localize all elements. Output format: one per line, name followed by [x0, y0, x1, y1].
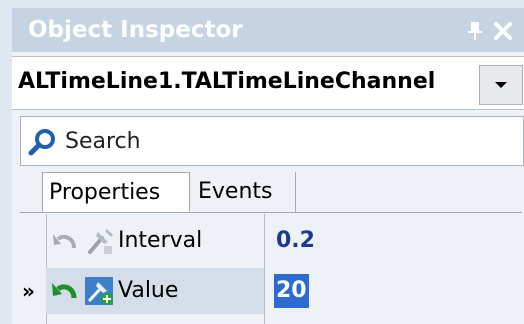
panel-title: Object Inspector — [28, 17, 243, 43]
property-name-cell: Interval — [46, 218, 264, 264]
search-icon — [28, 129, 55, 156]
property-row-interval[interactable]: Interval 0.2 — [20, 218, 522, 264]
tab-properties[interactable]: Properties — [42, 172, 190, 212]
property-name: Value — [118, 278, 179, 303]
inspector-tabs: Properties Events — [20, 172, 522, 213]
property-icon — [88, 228, 114, 254]
title-bar[interactable]: Object Inspector — [12, 8, 524, 52]
property-new-icon — [85, 277, 113, 305]
close-icon[interactable] — [492, 20, 514, 42]
property-name-cell: Value — [46, 268, 264, 314]
search-input[interactable] — [65, 123, 505, 159]
property-value-editor[interactable]: 20 — [274, 274, 309, 308]
object-selector[interactable]: ALTimeLine1.TALTimeLineChannel — [12, 56, 524, 110]
object-selector-dropdown-button[interactable] — [479, 65, 523, 105]
property-value[interactable]: 0.2 — [274, 224, 317, 258]
object-inspector-panel: Object Inspector ALTimeLine1.TALTimeLine… — [12, 8, 524, 324]
revert-icon[interactable] — [50, 228, 80, 254]
property-grid: Interval 0.2 » Value 20 — [20, 214, 522, 324]
tab-events[interactable]: Events — [192, 172, 296, 212]
pin-icon[interactable] — [464, 20, 486, 42]
property-row-value[interactable]: » Value 20 — [20, 268, 522, 314]
current-row-marker: » — [22, 279, 35, 303]
search-box[interactable] — [20, 116, 524, 166]
property-name: Interval — [118, 228, 203, 253]
revert-icon[interactable] — [50, 278, 80, 304]
object-selector-value: ALTimeLine1.TALTimeLineChannel — [18, 69, 436, 94]
chevron-down-icon — [495, 82, 507, 88]
